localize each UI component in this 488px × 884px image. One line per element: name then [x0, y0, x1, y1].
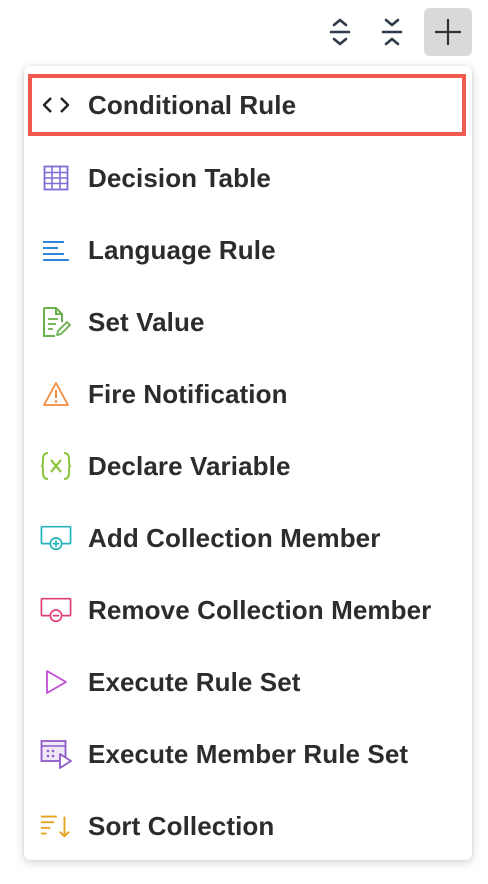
menu-item-language-rule[interactable]: Language Rule [24, 214, 472, 286]
menu-item-remove-collection-member[interactable]: Remove Collection Member [24, 574, 472, 646]
menu-item-label: Declare Variable [88, 450, 291, 481]
add-member-icon [40, 522, 72, 554]
remove-member-icon [40, 594, 72, 626]
collapse-vertical-icon [381, 18, 403, 46]
code-brackets-icon [40, 89, 72, 121]
plus-icon [435, 19, 461, 45]
menu-item-label: Language Rule [88, 234, 276, 265]
warning-triangle-icon [40, 378, 72, 410]
menu-item-execute-rule-set[interactable]: Execute Rule Set [24, 646, 472, 718]
menu-item-label: Conditional Rule [88, 89, 297, 120]
play-triangle-icon [40, 666, 72, 698]
menu-item-label: Execute Rule Set [88, 666, 301, 697]
menu-item-add-collection-member[interactable]: Add Collection Member [24, 502, 472, 574]
expand-all-button[interactable] [320, 12, 360, 52]
menu-item-label: Fire Notification [88, 378, 288, 409]
add-button[interactable] [424, 8, 472, 56]
execute-member-icon [40, 738, 72, 770]
menu-item-label: Sort Collection [88, 810, 275, 841]
menu-item-declare-variable[interactable]: Declare Variable [24, 430, 472, 502]
menu-item-sort-collection[interactable]: Sort Collection [24, 790, 472, 862]
menu-item-label: Execute Member Rule Set [88, 738, 409, 769]
menu-item-label: Add Collection Member [88, 522, 381, 553]
collapse-all-button[interactable] [372, 12, 412, 52]
menu-item-label: Set Value [88, 306, 205, 337]
menu-item-label: Decision Table [88, 162, 271, 193]
menu-item-decision-table[interactable]: Decision Table [24, 142, 472, 214]
menu-item-label: Remove Collection Member [88, 594, 432, 625]
sort-icon [40, 810, 72, 842]
variable-icon [40, 450, 72, 482]
expand-vertical-icon [329, 18, 351, 46]
menu-item-fire-notification[interactable]: Fire Notification [24, 358, 472, 430]
text-lines-icon [40, 234, 72, 266]
menu-item-conditional-rule[interactable]: Conditional Rule [28, 74, 466, 136]
menu-item-set-value[interactable]: Set Value [24, 286, 472, 358]
toolbar [320, 8, 472, 56]
add-rule-menu: Conditional Rule Decision Table Language [24, 66, 472, 860]
grid-table-icon [40, 162, 72, 194]
menu-item-execute-member-rule-set[interactable]: Execute Member Rule Set [24, 718, 472, 790]
document-edit-icon [40, 306, 72, 338]
